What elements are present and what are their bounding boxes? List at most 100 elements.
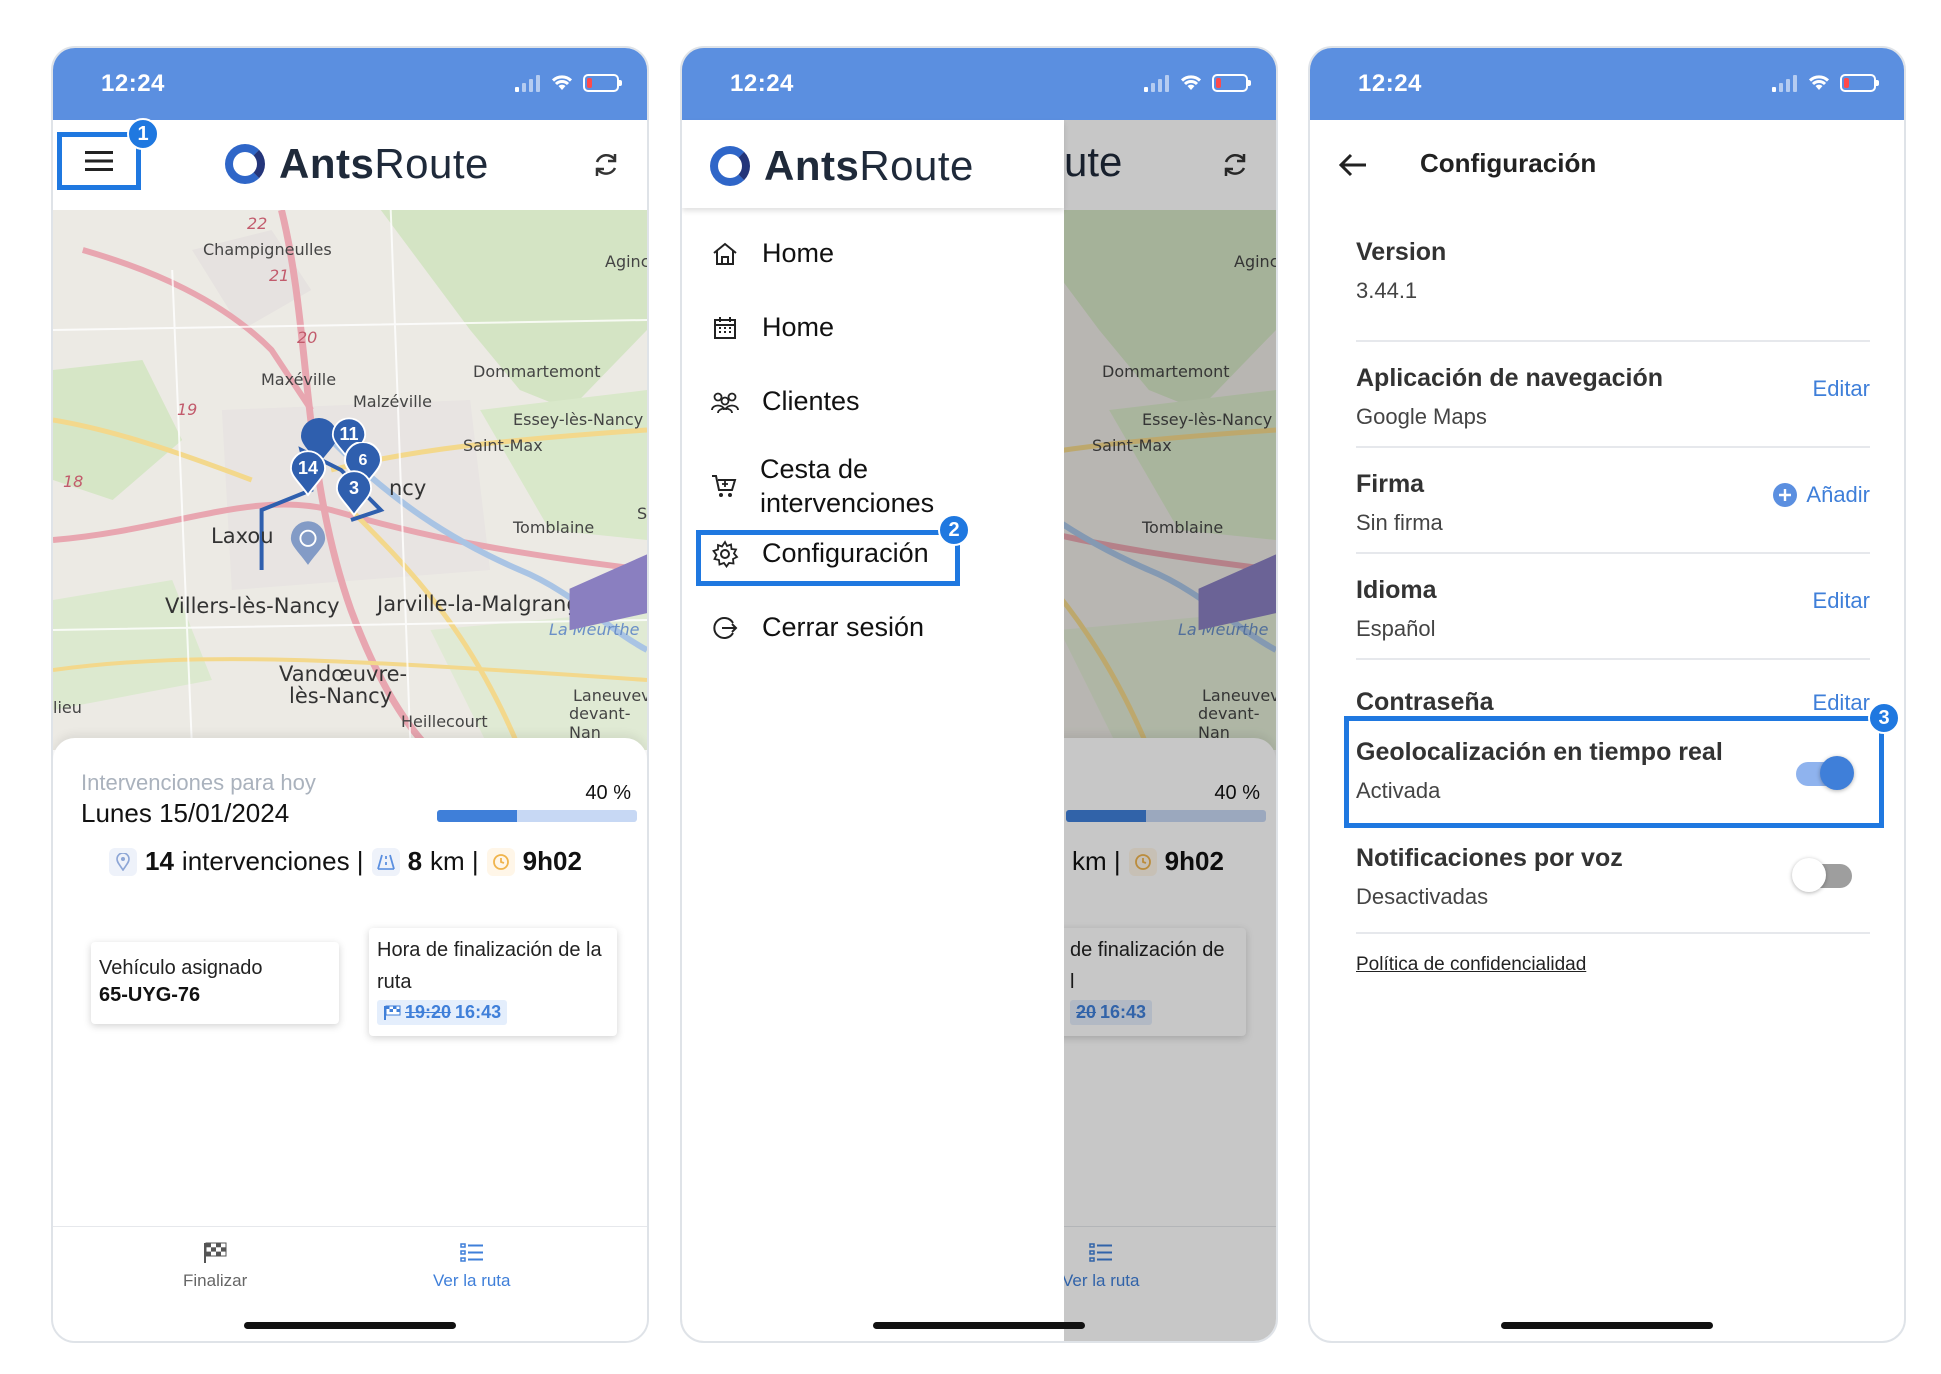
menu-item-calendar-home[interactable]: Home xyxy=(710,312,834,343)
road-number-label: 20 xyxy=(297,328,318,347)
password-label: Contraseña xyxy=(1356,688,1494,716)
end-time-label: Hora de finalización de la ruta xyxy=(377,939,602,993)
step-badge-2: 2 xyxy=(938,514,970,546)
map-label: Champigneulles xyxy=(203,240,332,259)
map-label: ncy xyxy=(389,476,427,500)
settings-row-password: Contraseña Editar xyxy=(1356,660,1870,724)
intervention-count: 14 xyxy=(145,846,174,876)
start-location-marker[interactable] xyxy=(289,520,327,568)
status-icons xyxy=(1144,74,1251,92)
screenshot-canvas: 12:24 1 AntsRoute Champigneulles Aginc M… xyxy=(0,0,1941,1374)
edit-password-button[interactable]: Editar xyxy=(1813,690,1870,716)
signal-icon xyxy=(1144,74,1170,92)
status-time: 12:24 xyxy=(101,70,165,97)
home-icon xyxy=(710,239,740,269)
distance-suffix: km | xyxy=(430,846,479,876)
date-label: Lunes 15/01/2024 xyxy=(81,798,290,828)
refresh-icon[interactable] xyxy=(591,150,621,180)
menu-item-clients[interactable]: Clientes xyxy=(710,386,860,417)
geolocation-toggle[interactable] xyxy=(1796,756,1854,790)
settings-row-geolocation: Geolocalización en tiempo real Activada xyxy=(1356,728,1870,818)
cart-icon xyxy=(710,471,738,501)
menu-item-home[interactable]: Home xyxy=(710,238,834,269)
voice-notifications-value: Desactivadas xyxy=(1356,884,1489,909)
logo-mark-icon xyxy=(710,146,750,186)
status-icons xyxy=(1772,74,1879,92)
settings-row-language: Idioma Español Editar xyxy=(1356,554,1870,660)
toggle-knob xyxy=(1820,756,1854,790)
menu-item-logout[interactable]: Cerrar sesión xyxy=(710,612,924,643)
logo-text: AntsRoute xyxy=(764,142,974,189)
end-time-badge: 19:20 16:43 xyxy=(377,1000,508,1025)
airport-icon xyxy=(597,478,647,750)
phone-settings-screen: 12:24 Configuración Version 3.44.1 Aplic… xyxy=(1308,46,1906,1343)
road-icon xyxy=(371,847,400,876)
settings-row-signature: Firma Sin firma Añadir xyxy=(1356,448,1870,554)
settings-row-version: Version 3.44.1 xyxy=(1356,238,1870,342)
wifi-icon xyxy=(551,75,573,90)
menu-item-basket[interactable]: Cesta de intervenciones xyxy=(710,452,970,520)
add-signature-label: Añadir xyxy=(1806,482,1870,507)
antsroute-logo: AntsRoute xyxy=(225,140,489,188)
status-icons xyxy=(515,74,622,92)
road-number-label: 19 xyxy=(177,400,198,419)
status-time: 12:24 xyxy=(730,70,794,97)
users-icon xyxy=(710,387,740,417)
checkered-flag-icon xyxy=(384,1005,401,1020)
menu-item-settings[interactable]: Configuración xyxy=(710,538,929,569)
vehicle-card: Vehículo asignado 65-UYG-76 xyxy=(91,942,339,1024)
bottom-navigation: Finalizar Ver la ruta xyxy=(53,1226,647,1316)
finish-label: Finalizar xyxy=(183,1271,248,1290)
map-label: Laxou xyxy=(211,524,274,548)
voice-notifications-label: Notificaciones por voz xyxy=(1356,844,1623,872)
antsroute-logo: AntsRoute xyxy=(710,142,974,190)
map-label: lès-Nancy xyxy=(289,684,393,708)
gear-icon xyxy=(710,539,740,569)
logout-icon xyxy=(710,613,740,643)
map-label: Maxéville xyxy=(261,370,337,389)
menu-item-label: Cerrar sesión xyxy=(762,612,925,642)
voice-notifications-toggle[interactable] xyxy=(1792,858,1852,892)
wifi-icon xyxy=(1180,75,1202,90)
route-map[interactable]: Champigneulles Aginc Maxéville Dommartem… xyxy=(53,210,647,750)
menu-item-label: Home xyxy=(762,238,835,268)
home-indicator xyxy=(244,1322,456,1329)
privacy-policy-link[interactable]: Política de confidencialidad xyxy=(1356,954,1586,976)
finish-nav-button[interactable]: Finalizar xyxy=(183,1241,247,1291)
add-signature-button[interactable]: Añadir xyxy=(1772,482,1870,508)
signal-icon xyxy=(515,74,541,92)
progress-fill xyxy=(437,810,517,822)
step-badge-1: 1 xyxy=(127,118,159,150)
road-number-label: 21 xyxy=(269,266,290,285)
list-icon xyxy=(460,1243,483,1262)
logo-text: AntsRoute xyxy=(279,140,489,187)
geolocation-label: Geolocalización en tiempo real xyxy=(1356,738,1723,766)
checkered-flag-icon xyxy=(204,1242,227,1263)
vehicle-plate: 65-UYG-76 xyxy=(99,984,201,1006)
route-marker-3[interactable]: 3 xyxy=(335,470,373,518)
view-route-nav-button[interactable]: Ver la ruta xyxy=(433,1241,511,1291)
duration-value: 9h02 xyxy=(522,846,582,876)
edit-language-button[interactable]: Editar xyxy=(1813,588,1870,614)
geolocation-value: Activada xyxy=(1356,778,1441,803)
back-arrow-icon[interactable] xyxy=(1336,148,1370,182)
step-badge-3: 3 xyxy=(1868,702,1900,734)
signal-icon xyxy=(1772,74,1798,92)
map-label: Vandœuvre- xyxy=(279,662,408,686)
progress-percent: 40 % xyxy=(585,782,631,804)
view-route-label: Ver la ruta xyxy=(433,1271,511,1290)
edit-navigation-app-button[interactable]: Editar xyxy=(1813,376,1870,402)
status-bar: 12:24 xyxy=(682,48,1276,120)
road-number-label: 18 xyxy=(63,472,84,491)
settings-row-voice-notifications: Notificaciones por voz Desactivadas xyxy=(1356,834,1870,934)
route-marker-14[interactable]: 14 xyxy=(289,450,327,498)
clock-icon xyxy=(486,847,515,876)
road-number-label: 22 xyxy=(247,214,268,233)
location-pin-icon xyxy=(109,847,137,876)
page-title: Configuración xyxy=(1420,148,1597,178)
home-indicator xyxy=(1501,1322,1713,1329)
calendar-icon xyxy=(710,313,740,343)
phone-menu-drawer: ute Aginc Dommartemont Essey-lès-Nancy S… xyxy=(680,46,1278,1343)
map-label: Malzéville xyxy=(353,392,432,411)
navigation-app-value: Google Maps xyxy=(1356,404,1487,429)
